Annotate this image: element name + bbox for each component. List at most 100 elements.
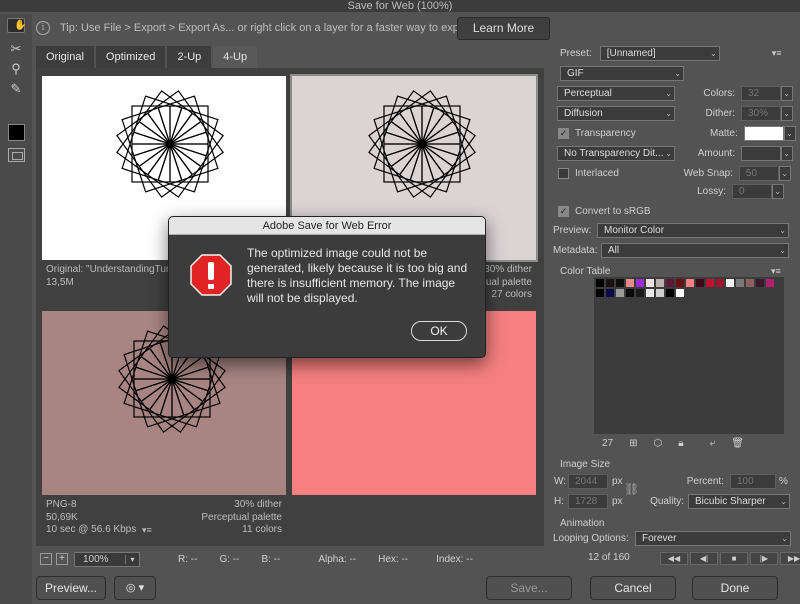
first-frame-icon[interactable]: ◀◀ [660, 552, 688, 565]
color-swatch[interactable] [656, 279, 664, 287]
eyedropper-color-swatch[interactable] [8, 124, 25, 141]
optimize-menu-icon[interactable]: ▾≡ [772, 48, 782, 59]
looping-label: Looping Options: [553, 533, 629, 544]
tab-2-up[interactable]: 2-Up [167, 46, 212, 68]
websnap-input[interactable]: 50 [738, 166, 779, 181]
save-button[interactable]: Save... [486, 576, 572, 600]
color-swatch[interactable] [676, 289, 684, 297]
height-input[interactable]: 1728 [568, 494, 608, 509]
color-swatch[interactable] [676, 279, 684, 287]
toggle-slices-icon[interactable] [8, 148, 25, 162]
animation-title: Animation [560, 518, 605, 529]
color-swatch[interactable] [726, 279, 734, 287]
color-swatch[interactable] [616, 279, 624, 287]
trash-icon[interactable]: 🗑︎ [731, 438, 744, 449]
format-row: GIF ⌄ [560, 66, 684, 81]
color-swatch[interactable] [636, 279, 644, 287]
color-swatch[interactable] [696, 279, 704, 287]
dither-algorithm-select[interactable]: Diffusion ⌄ [557, 106, 675, 121]
lock-icon[interactable]: 🔒︎ [678, 438, 683, 449]
looping-row: Looping Options: Forever ⌄ [553, 531, 791, 546]
color-swatch[interactable] [646, 279, 654, 287]
color-table-menu-icon[interactable]: ▾≡ [771, 266, 781, 277]
color-reduction-select[interactable]: Perceptual ⌄ [557, 86, 675, 101]
color-swatch[interactable] [646, 289, 654, 297]
web-shift-icon[interactable]: ⊞ [629, 438, 637, 449]
zoom-level-select[interactable]: 100% ▾ [74, 551, 140, 567]
last-frame-icon[interactable]: ▶▶ [780, 552, 800, 565]
done-button[interactable]: Done [692, 576, 778, 600]
hand-tool-icon[interactable]: ✋ [7, 18, 26, 33]
png8-dither: 30% dither [234, 499, 282, 510]
stop-icon[interactable]: ■ [720, 552, 748, 565]
matte-swatch[interactable] [743, 126, 784, 141]
websnap-dropdown[interactable]: ⌄ [778, 166, 791, 181]
eyedropper-tool-icon[interactable]: ✎ [7, 80, 25, 98]
color-swatch[interactable] [636, 289, 644, 297]
matte-dropdown[interactable]: ⌄ [783, 126, 796, 141]
gif-dither: 30% dither [484, 264, 532, 275]
lossy-dropdown[interactable]: ⌄ [772, 184, 784, 199]
png8-menu-icon[interactable]: ▾≡ [142, 525, 152, 536]
metadata-select[interactable]: All ⌄ [601, 243, 789, 258]
zoom-out-button[interactable]: − [40, 553, 52, 565]
tab-optimized[interactable]: Optimized [95, 46, 166, 68]
browser-preview-button[interactable]: ◎ ▾ [114, 576, 156, 600]
tab-4-up[interactable]: 4-Up [213, 46, 258, 68]
learn-more-button[interactable]: Learn More [457, 17, 550, 40]
preview-button[interactable]: Preview... [36, 576, 106, 600]
png8-info-right: 30% dither Perceptual palette 11 colors [201, 499, 282, 537]
dialog-title: Adobe Save for Web Error [169, 217, 485, 235]
color-swatch[interactable] [626, 279, 634, 287]
new-color-icon[interactable]: ⤶ [710, 438, 716, 449]
next-frame-icon[interactable]: |▶ [750, 552, 778, 565]
preview-color-select[interactable]: Monitor Color ⌄ [597, 223, 789, 238]
dither-dropdown[interactable]: ⌄ [781, 106, 793, 121]
color-swatch[interactable] [736, 279, 744, 287]
color-swatch[interactable] [606, 279, 614, 287]
color-swatch[interactable] [666, 279, 674, 287]
convert-srgb-checkbox[interactable]: ✓ [558, 206, 569, 217]
color-swatch[interactable] [596, 289, 604, 297]
percent-input[interactable]: 100 [730, 474, 776, 489]
width-input[interactable]: 2044 [568, 474, 608, 489]
looping-select[interactable]: Forever ⌄ [635, 531, 791, 546]
amount-input[interactable] [741, 146, 781, 161]
color-swatch[interactable] [596, 279, 604, 287]
chevron-down-icon: ⌄ [665, 149, 672, 158]
interlaced-checkbox[interactable] [558, 168, 569, 179]
colors-dropdown[interactable]: ⌄ [781, 86, 793, 101]
transparency-dither-select[interactable]: No Transparency Dit... ⌄ [557, 146, 675, 161]
color-swatch[interactable] [756, 279, 764, 287]
color-swatch[interactable] [746, 279, 754, 287]
tab-original[interactable]: Original [36, 46, 94, 68]
preset-select[interactable]: [Unnamed] ⌄ [599, 46, 720, 61]
color-swatch[interactable] [686, 279, 694, 287]
link-icon[interactable]: ⛓ [624, 482, 639, 496]
cube-icon[interactable]: ⬡ [654, 438, 663, 449]
cancel-button[interactable]: Cancel [590, 576, 676, 600]
image-size-title: Image Size [560, 459, 611, 470]
amount-dropdown[interactable]: ⌄ [781, 146, 793, 161]
color-swatch[interactable] [656, 289, 664, 297]
color-swatch[interactable] [666, 289, 674, 297]
lossy-input[interactable]: 0 [732, 184, 772, 199]
ok-button[interactable]: OK [411, 321, 467, 341]
color-swatch[interactable] [706, 279, 714, 287]
dither-input[interactable]: 30% [741, 106, 781, 121]
quality-select[interactable]: Bicubic Sharper ⌄ [688, 494, 790, 509]
zoom-tool-icon[interactable]: ⚲ [7, 60, 25, 78]
error-dialog: Adobe Save for Web Error The optimized i… [168, 216, 486, 358]
colors-input[interactable]: 32 [741, 86, 781, 101]
transparency-checkbox[interactable]: ✓ [558, 128, 569, 139]
format-select[interactable]: GIF ⌄ [560, 66, 684, 81]
slice-select-tool-icon[interactable]: ✂ [7, 40, 25, 58]
color-swatch[interactable] [716, 279, 724, 287]
color-swatch[interactable] [626, 289, 634, 297]
color-swatch[interactable] [606, 289, 614, 297]
metadata-label: Metadata: [553, 245, 598, 256]
previous-frame-icon[interactable]: ◀| [690, 552, 718, 565]
color-swatch[interactable] [766, 279, 774, 287]
zoom-in-button[interactable]: + [56, 553, 68, 565]
color-swatch[interactable] [616, 289, 624, 297]
